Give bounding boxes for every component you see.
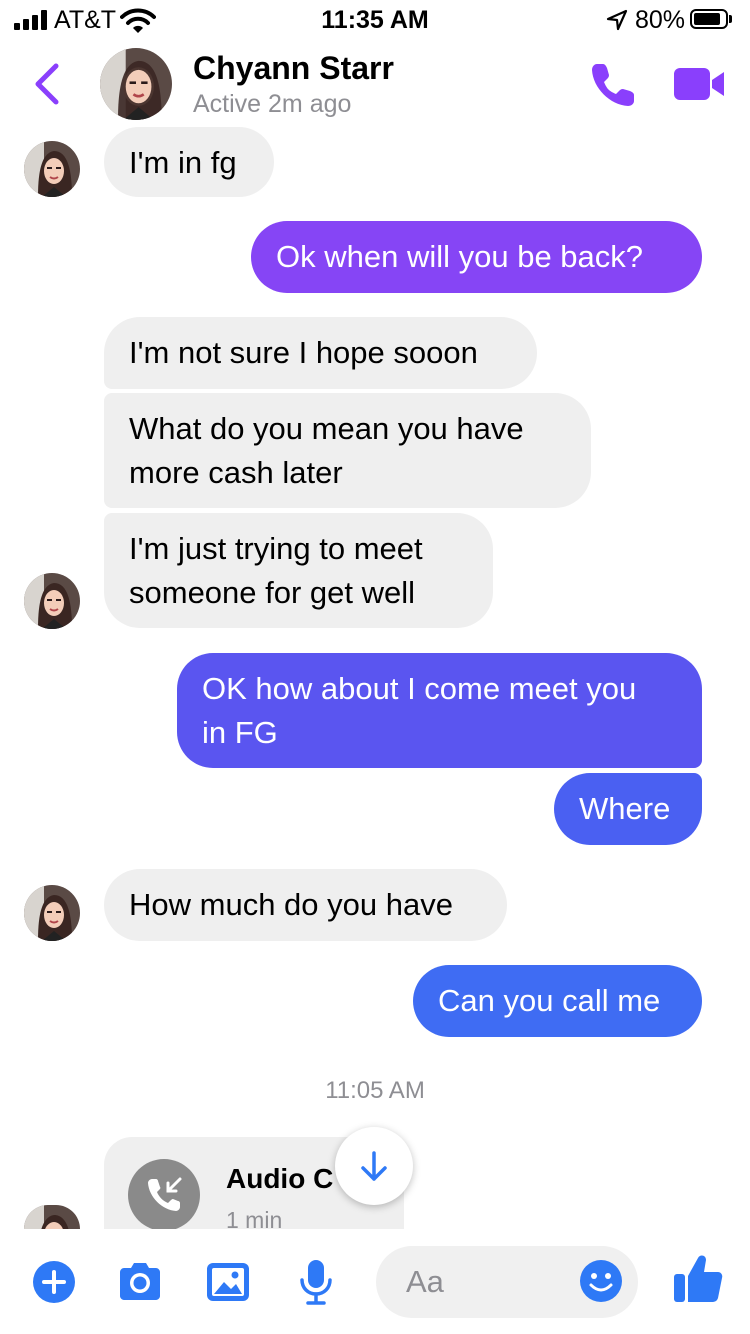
emoji-icon[interactable] (578, 1258, 624, 1304)
message-bubble-outgoing[interactable]: Can you call me (413, 965, 702, 1037)
message-bubble-outgoing[interactable]: Ok when will you be back? (251, 221, 702, 293)
sender-avatar (24, 573, 80, 629)
message-input-placeholder: Aa (406, 1264, 444, 1299)
scroll-to-bottom-button[interactable] (335, 1127, 413, 1205)
conversation-header: Chyann Starr Active 2m ago (0, 40, 750, 130)
sender-avatar (24, 141, 80, 197)
missed-call-icon (128, 1159, 200, 1229)
arrow-down-icon (361, 1151, 387, 1181)
plus-icon[interactable] (30, 1258, 78, 1306)
video-camera-icon[interactable] (672, 64, 726, 104)
phone-icon[interactable] (588, 60, 638, 110)
active-status: Active 2m ago (193, 90, 352, 118)
back-chevron-icon[interactable] (28, 62, 68, 106)
contact-name[interactable]: Chyann Starr (193, 50, 394, 87)
message-bubble-outgoing[interactable]: OK how about I come meet you in FG (177, 653, 702, 768)
message-timestamp: 11:05 AM (325, 1077, 425, 1104)
microphone-icon[interactable] (292, 1258, 340, 1306)
sender-avatar (24, 1205, 80, 1229)
location-arrow-icon (606, 9, 628, 31)
message-bubble-incoming[interactable]: I'm not sure I hope sooon (104, 317, 537, 389)
battery-percent: 80% (635, 6, 686, 34)
battery-icon (690, 9, 728, 29)
camera-icon[interactable] (116, 1258, 164, 1306)
thumbs-up-icon[interactable] (672, 1252, 724, 1306)
call-duration: 1 min (226, 1207, 283, 1229)
message-bubble-incoming[interactable]: I'm in fg (104, 127, 274, 197)
message-bubble-outgoing[interactable]: Where (554, 773, 702, 845)
message-composer: Aa (0, 1232, 750, 1334)
call-card-title: Audio C (226, 1163, 334, 1194)
photo-icon[interactable] (204, 1258, 252, 1306)
sender-avatar (24, 885, 80, 941)
message-bubble-incoming[interactable]: How much do you have (104, 869, 507, 941)
contact-avatar[interactable] (100, 48, 172, 120)
message-input[interactable]: Aa (376, 1246, 638, 1318)
status-bar: AT&T 11:35 AM 80% (0, 0, 750, 40)
message-bubble-incoming[interactable]: What do you mean you have more cash later (104, 393, 591, 508)
message-bubble-incoming[interactable]: I'm just trying to meet someone for get w… (104, 513, 493, 628)
